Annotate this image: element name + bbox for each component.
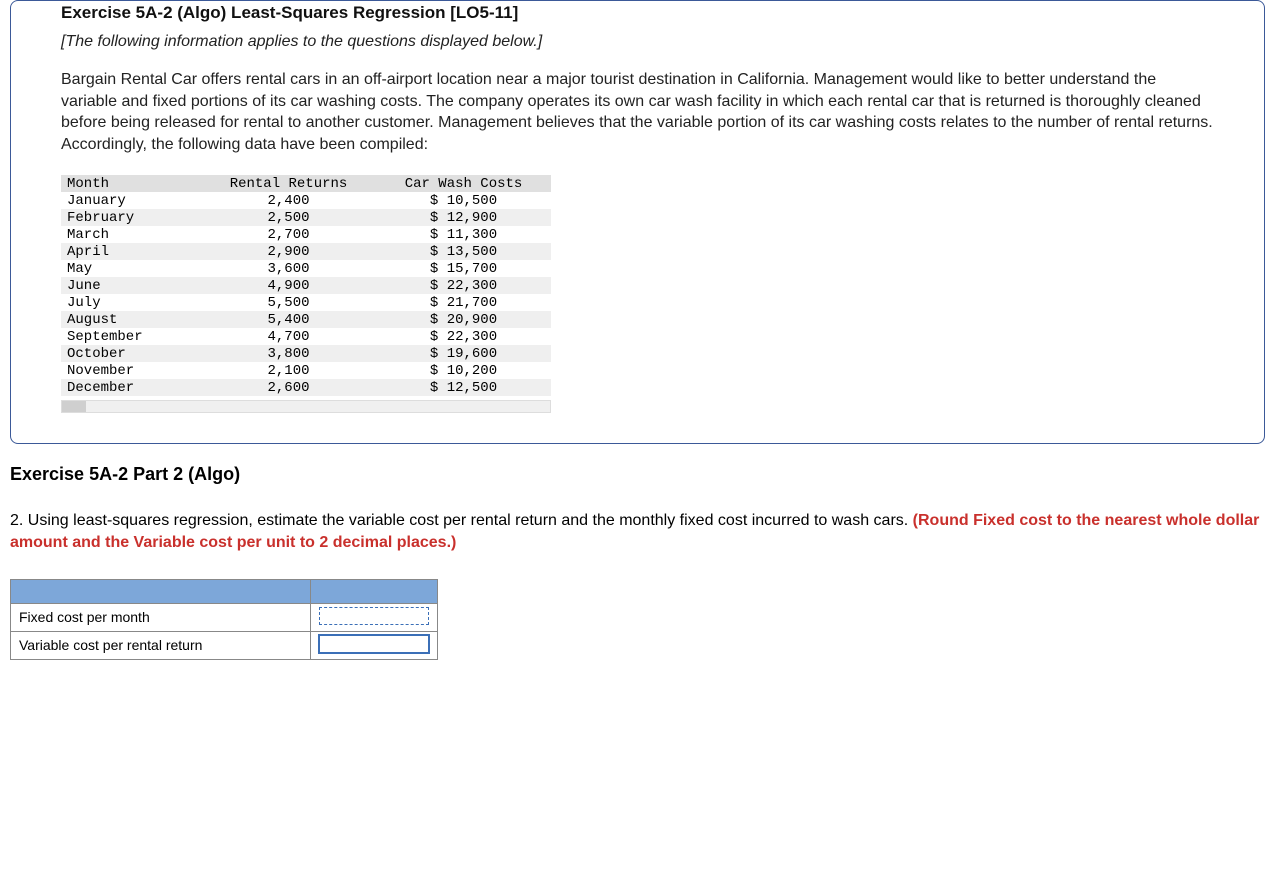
question-text: 2. Using least-squares regression, estim… bbox=[10, 510, 1271, 553]
fixed-cost-cell bbox=[311, 603, 438, 631]
cell-month: March bbox=[61, 226, 201, 243]
table-row: February2,500$ 12,900 bbox=[61, 209, 551, 226]
cell-month: December bbox=[61, 379, 201, 396]
cell-returns: 2,100 bbox=[201, 362, 376, 379]
cell-cost: $ 13,500 bbox=[376, 243, 551, 260]
problem-body: Bargain Rental Car offers rental cars in… bbox=[61, 69, 1214, 155]
header-cost: Car Wash Costs bbox=[376, 175, 551, 192]
cell-month: May bbox=[61, 260, 201, 277]
cell-returns: 2,500 bbox=[201, 209, 376, 226]
data-table: Month Rental Returns Car Wash Costs Janu… bbox=[61, 175, 551, 396]
horizontal-scrollbar[interactable] bbox=[61, 400, 551, 413]
data-table-container: Month Rental Returns Car Wash Costs Janu… bbox=[61, 175, 551, 413]
fixed-cost-input[interactable] bbox=[319, 607, 429, 625]
cell-returns: 2,600 bbox=[201, 379, 376, 396]
table-row: January2,400$ 10,500 bbox=[61, 192, 551, 209]
scrollbar-thumb[interactable] bbox=[62, 401, 86, 412]
variable-cost-label: Variable cost per rental return bbox=[11, 631, 311, 659]
problem-container: Exercise 5A-2 (Algo) Least-Squares Regre… bbox=[10, 0, 1265, 444]
cell-cost: $ 10,500 bbox=[376, 192, 551, 209]
cell-cost: $ 19,600 bbox=[376, 345, 551, 362]
cell-month: February bbox=[61, 209, 201, 226]
table-row: September4,700$ 22,300 bbox=[61, 328, 551, 345]
preface-text: [The following information applies to th… bbox=[61, 33, 1214, 51]
cell-month: November bbox=[61, 362, 201, 379]
variable-cost-row: Variable cost per rental return bbox=[11, 631, 438, 659]
cell-month: June bbox=[61, 277, 201, 294]
question-lead: 2. Using least-squares regression, estim… bbox=[10, 512, 913, 529]
cell-cost: $ 21,700 bbox=[376, 294, 551, 311]
exercise-title: Exercise 5A-2 (Algo) Least-Squares Regre… bbox=[61, 1, 1214, 23]
fixed-cost-row: Fixed cost per month bbox=[11, 603, 438, 631]
cell-cost: $ 10,200 bbox=[376, 362, 551, 379]
cell-month: January bbox=[61, 192, 201, 209]
cell-cost: $ 22,300 bbox=[376, 328, 551, 345]
cell-cost: $ 12,900 bbox=[376, 209, 551, 226]
header-month: Month bbox=[61, 175, 201, 192]
cell-returns: 5,400 bbox=[201, 311, 376, 328]
cell-returns: 2,900 bbox=[201, 243, 376, 260]
cell-returns: 3,600 bbox=[201, 260, 376, 277]
answer-header-blank-value bbox=[311, 579, 438, 603]
table-row: July5,500$ 21,700 bbox=[61, 294, 551, 311]
cell-returns: 3,800 bbox=[201, 345, 376, 362]
cell-returns: 5,500 bbox=[201, 294, 376, 311]
answer-header-blank-label bbox=[11, 579, 311, 603]
part2-header: Exercise 5A-2 Part 2 (Algo) bbox=[10, 464, 1265, 485]
cell-month: September bbox=[61, 328, 201, 345]
table-row: June4,900$ 22,300 bbox=[61, 277, 551, 294]
cell-month: August bbox=[61, 311, 201, 328]
cell-returns: 4,700 bbox=[201, 328, 376, 345]
table-row: August5,400$ 20,900 bbox=[61, 311, 551, 328]
cell-cost: $ 12,500 bbox=[376, 379, 551, 396]
cell-month: October bbox=[61, 345, 201, 362]
cell-month: July bbox=[61, 294, 201, 311]
table-row: November2,100$ 10,200 bbox=[61, 362, 551, 379]
table-row: December2,600$ 12,500 bbox=[61, 379, 551, 396]
table-row: March2,700$ 11,300 bbox=[61, 226, 551, 243]
cell-cost: $ 20,900 bbox=[376, 311, 551, 328]
cell-month: April bbox=[61, 243, 201, 260]
cell-returns: 2,400 bbox=[201, 192, 376, 209]
answer-table: Fixed cost per month Variable cost per r… bbox=[10, 579, 438, 660]
table-row: April2,900$ 13,500 bbox=[61, 243, 551, 260]
variable-cost-input[interactable] bbox=[319, 635, 429, 653]
table-row: May3,600$ 15,700 bbox=[61, 260, 551, 277]
cell-cost: $ 11,300 bbox=[376, 226, 551, 243]
cell-cost: $ 15,700 bbox=[376, 260, 551, 277]
cell-returns: 2,700 bbox=[201, 226, 376, 243]
cell-cost: $ 22,300 bbox=[376, 277, 551, 294]
fixed-cost-label: Fixed cost per month bbox=[11, 603, 311, 631]
table-row: October3,800$ 19,600 bbox=[61, 345, 551, 362]
header-returns: Rental Returns bbox=[201, 175, 376, 192]
cell-returns: 4,900 bbox=[201, 277, 376, 294]
variable-cost-cell bbox=[311, 631, 438, 659]
